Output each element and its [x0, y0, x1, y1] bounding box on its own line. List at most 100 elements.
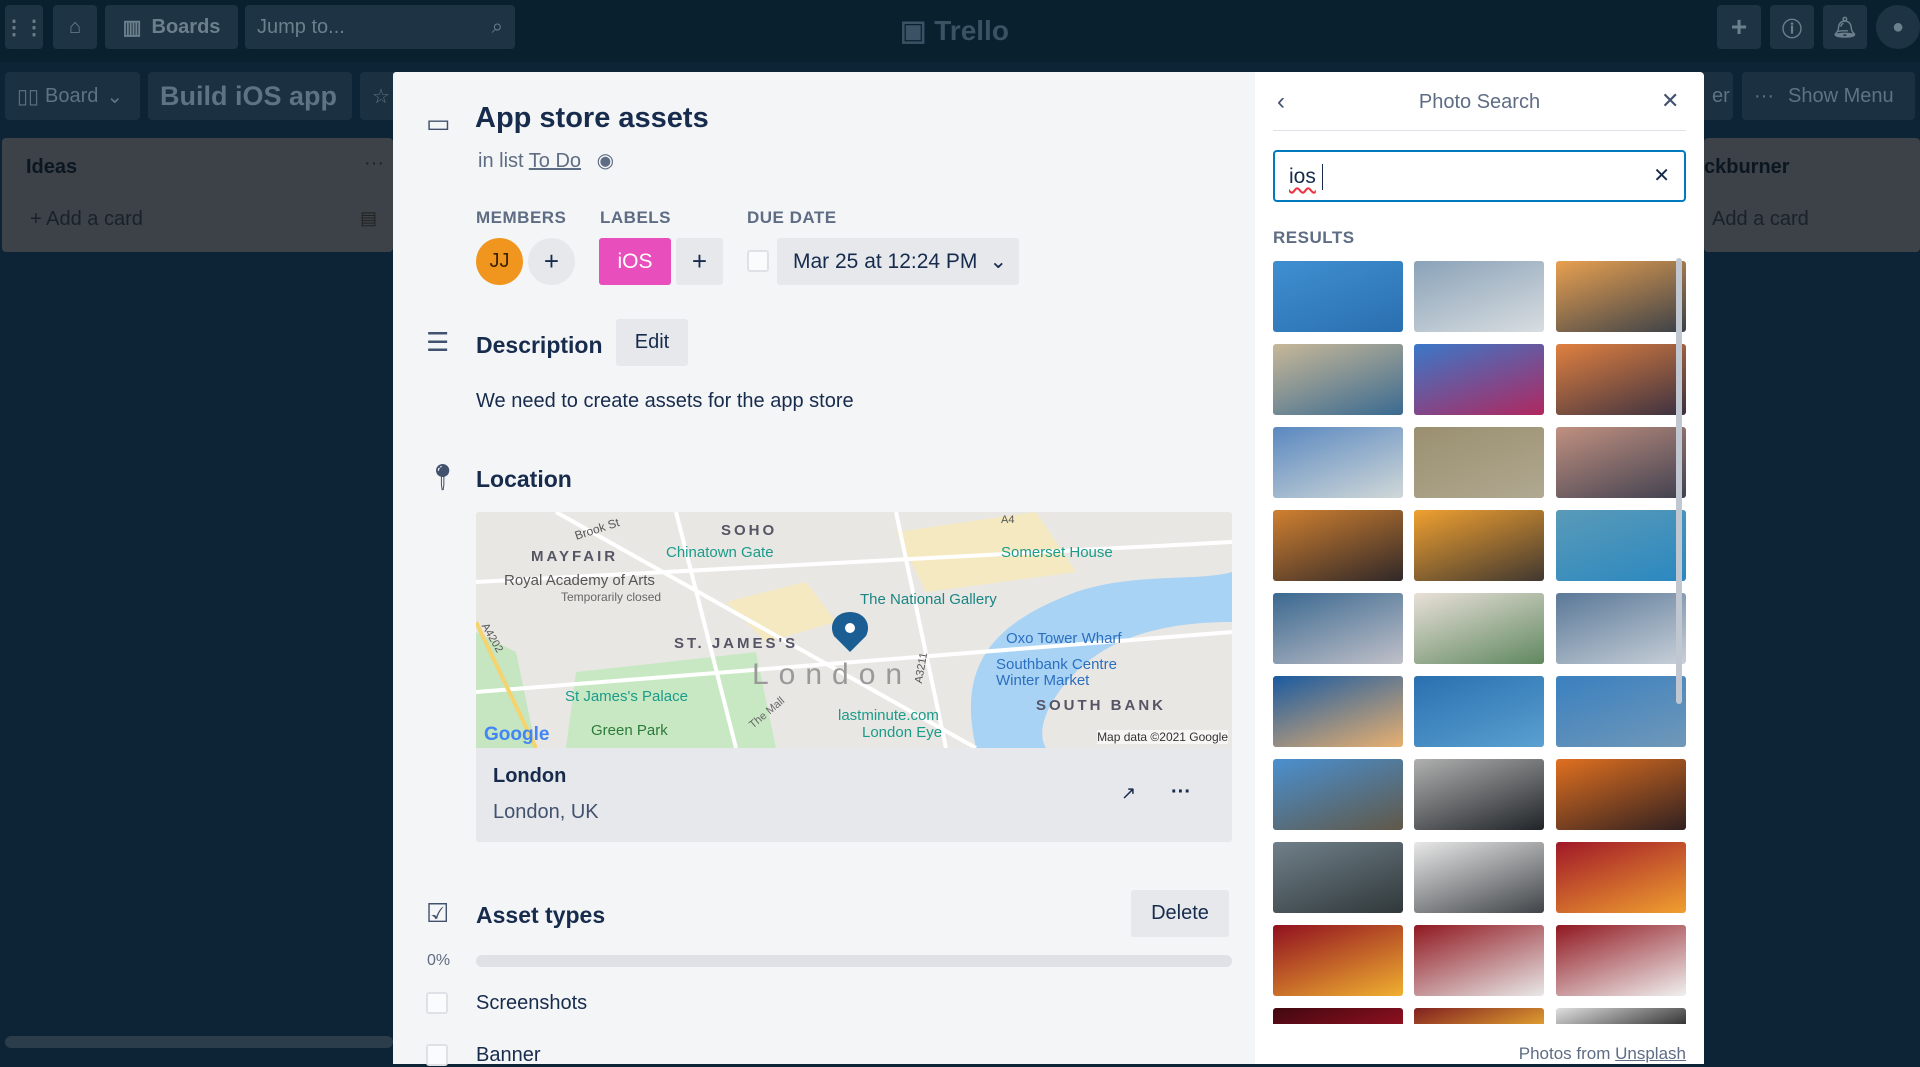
horizontal-scrollbar[interactable] [5, 1036, 393, 1048]
notifications-bell-icon[interactable]: 🔔︎ [1823, 5, 1867, 49]
photo-result[interactable] [1556, 842, 1686, 913]
photo-result[interactable] [1414, 427, 1544, 498]
apps-grid-icon[interactable]: ⋮⋮ [4, 5, 44, 49]
photo-result[interactable] [1273, 1008, 1403, 1024]
avatar[interactable]: ● [1876, 5, 1920, 49]
filter-button[interactable]: er [1700, 72, 1733, 120]
map-label: Royal Academy of Arts [504, 572, 655, 589]
photo-result[interactable] [1273, 759, 1403, 830]
edit-description-button[interactable]: Edit [616, 319, 688, 366]
delete-checklist-button[interactable]: Delete [1131, 890, 1229, 937]
photo-result[interactable] [1556, 759, 1686, 830]
chevron-down-icon: ⌄ [106, 85, 124, 108]
checklist-item-checkbox[interactable] [426, 992, 448, 1014]
create-button[interactable]: + [1717, 5, 1761, 49]
photo-result[interactable] [1556, 344, 1686, 415]
photo-result[interactable] [1556, 261, 1686, 332]
list-link[interactable]: To Do [529, 150, 581, 172]
map-label: MAYFAIR [531, 548, 619, 565]
board-name[interactable]: Build iOS app [148, 72, 352, 120]
more-options-icon[interactable]: ··· [1171, 781, 1191, 804]
add-label-button[interactable]: + [676, 238, 723, 285]
close-icon[interactable]: ✕ [1661, 88, 1679, 114]
trello-logo[interactable]: ▣ Trello [900, 14, 1009, 47]
due-complete-checkbox[interactable] [747, 250, 769, 272]
card-icon: ▭ [426, 108, 451, 138]
map-label: Oxo Tower Wharf [1006, 630, 1122, 647]
map-label: St James's Palace [565, 688, 688, 705]
photo-result[interactable] [1414, 261, 1544, 332]
map-label: Chinatown Gate [666, 544, 774, 561]
photo-result[interactable] [1414, 842, 1544, 913]
photo-result[interactable] [1414, 510, 1544, 581]
add-member-button[interactable]: + [528, 238, 575, 285]
show-menu-button[interactable]: ··· Show Menu [1742, 72, 1915, 120]
results-scrollbar[interactable] [1676, 258, 1682, 704]
boards-button[interactable]: ▥ Boards [105, 5, 238, 49]
member-initials: JJ [489, 250, 510, 272]
photo-result[interactable] [1273, 842, 1403, 913]
photo-search-input[interactable]: ios ✕ [1273, 150, 1686, 202]
map-label: ST. JAMES'S [674, 635, 799, 652]
photo-result[interactable] [1273, 510, 1403, 581]
checklist-item-checkbox[interactable] [426, 1044, 448, 1066]
description-icon: ☰ [426, 327, 450, 357]
photo-result[interactable] [1414, 759, 1544, 830]
board-view-icon: ▯▯ [17, 85, 40, 108]
add-card-button[interactable]: Add a card [1712, 208, 1809, 231]
photo-search-panel: ‹ Photo Search ✕ ios ✕ RESULTS Photos fr… [1255, 72, 1704, 1064]
map-label: Somerset House [1001, 544, 1113, 561]
photo-result[interactable] [1414, 1008, 1544, 1024]
card-template-icon[interactable]: ▤ [360, 208, 377, 229]
search-icon: ⌕ [491, 15, 503, 38]
photo-result[interactable] [1556, 593, 1686, 664]
clear-search-icon[interactable]: ✕ [1653, 163, 1670, 188]
info-icon[interactable]: ⓘ [1770, 5, 1814, 49]
photo-result[interactable] [1414, 925, 1544, 996]
location-address: London, UK [493, 801, 599, 823]
photo-result[interactable] [1273, 261, 1403, 332]
boards-icon: ▥ [122, 16, 142, 39]
jump-to-search[interactable]: Jump to... ⌕ [245, 5, 515, 49]
photo-result[interactable] [1273, 344, 1403, 415]
checklist-title[interactable]: Asset types [476, 902, 605, 929]
photo-result[interactable] [1414, 593, 1544, 664]
due-date-button[interactable]: Mar 25 at 12:24 PM ⌄ [777, 238, 1019, 285]
map-label: London [752, 658, 913, 691]
board-view-switcher[interactable]: ▯▯ Board ⌄ [5, 72, 140, 120]
description-text[interactable]: We need to create assets for the app sto… [476, 390, 854, 413]
text-cursor [1322, 164, 1323, 190]
top-header: ⋮⋮ ⌂ ▥ Boards Jump to... ⌕ ▣ Trello + ⓘ 🔔︎… [0, 0, 1920, 62]
unsplash-link[interactable]: Unsplash [1615, 1044, 1686, 1063]
panel-title: Photo Search [1418, 91, 1541, 113]
photo-result[interactable] [1414, 344, 1544, 415]
list-menu-icon[interactable]: ··· [364, 152, 384, 175]
photo-result[interactable] [1273, 925, 1403, 996]
delete-label: Delete [1151, 902, 1209, 924]
search-query: ios [1289, 165, 1316, 188]
home-button[interactable]: ⌂ [53, 5, 97, 49]
photo-result[interactable] [1556, 925, 1686, 996]
more-icon: ··· [1754, 84, 1774, 107]
member-avatar[interactable]: JJ [476, 238, 523, 285]
photo-result[interactable] [1273, 427, 1403, 498]
photo-result[interactable] [1556, 510, 1686, 581]
checklist-icon: ☑ [426, 898, 450, 928]
watch-eye-icon[interactable]: ◉ [597, 150, 614, 172]
location-map[interactable]: Brook St SOHO MAYFAIR Chinatown Gate Roy… [476, 512, 1232, 748]
card-title[interactable]: App store assets [475, 102, 709, 135]
photo-result[interactable] [1556, 427, 1686, 498]
photo-result[interactable] [1556, 676, 1686, 747]
add-card-button[interactable]: + Add a card [30, 208, 143, 231]
results-label: RESULTS [1273, 228, 1355, 247]
checklist-item-label[interactable]: Screenshots [476, 992, 587, 1015]
show-menu-label: Show Menu [1787, 84, 1894, 107]
label-ios[interactable]: iOS [599, 238, 671, 285]
photo-result[interactable] [1273, 593, 1403, 664]
location-info[interactable]: London London, UK ↗ ··· [476, 747, 1232, 842]
map-label: Winter Market [996, 672, 1090, 689]
photo-result[interactable] [1273, 676, 1403, 747]
photo-result[interactable] [1414, 676, 1544, 747]
open-external-arrow-icon[interactable]: ↗ [1121, 783, 1136, 804]
photo-result[interactable] [1556, 1008, 1686, 1024]
